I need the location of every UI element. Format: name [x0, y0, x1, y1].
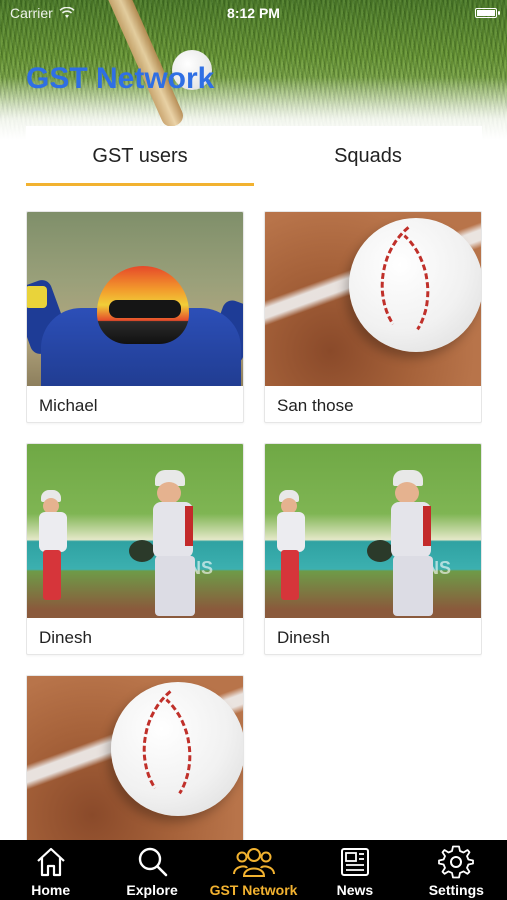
- status-time: 8:12 PM: [227, 5, 280, 21]
- tab-gst-users[interactable]: GST users: [26, 126, 254, 186]
- search-icon: [138, 847, 168, 877]
- newspaper-icon: [340, 848, 369, 876]
- status-bar: Carrier 8:12 PM: [0, 0, 507, 26]
- user-card[interactable]: OWNS Dinesh: [26, 443, 244, 655]
- user-name: Michael: [39, 396, 98, 415]
- nav-gst-network-label: GST Network: [209, 882, 298, 898]
- nav-news[interactable]: News: [304, 840, 405, 900]
- nav-settings[interactable]: Settings: [406, 840, 507, 900]
- nav-settings-label: Settings: [428, 882, 484, 898]
- nav-explore[interactable]: Explore: [101, 840, 202, 900]
- baseball-photo: [27, 676, 243, 841]
- nav-news-label: News: [336, 882, 374, 898]
- user-card[interactable]: San those: [264, 211, 482, 423]
- user-name: San those: [277, 396, 354, 415]
- segment-tabs: GST users Squads: [26, 126, 482, 186]
- baseball-photo: [265, 212, 481, 386]
- nav-gst-network[interactable]: GST Network: [203, 840, 304, 900]
- user-name: Dinesh: [277, 628, 330, 647]
- user-card[interactable]: OWNS Dinesh: [264, 443, 482, 655]
- user-name: Dinesh: [39, 628, 92, 647]
- players-photo: OWNS: [27, 444, 243, 618]
- users-grid: Michael San those OWNS Dinesh OWNS Dines…: [26, 211, 482, 841]
- group-icon: [232, 848, 275, 877]
- user-card[interactable]: [26, 675, 244, 841]
- players-photo: OWNS: [265, 444, 481, 618]
- tab-squads[interactable]: Squads: [254, 126, 482, 186]
- page-title: GST Network: [26, 62, 215, 95]
- bottom-tab-bar: Home Explore GST Network News Settings: [0, 840, 507, 900]
- battery-icon: [475, 8, 500, 18]
- tab-gst-users-label: GST users: [92, 144, 188, 167]
- tab-squads-label: Squads: [334, 144, 402, 167]
- nav-explore-label: Explore: [126, 882, 178, 898]
- gear-icon: [438, 845, 475, 879]
- nav-home-label: Home: [31, 882, 71, 898]
- user-card[interactable]: Michael: [26, 211, 244, 423]
- home-icon: [36, 847, 65, 877]
- header-banner: Carrier 8:12 PM GST Network: [0, 0, 507, 140]
- racer-photo: [27, 212, 243, 386]
- nav-home[interactable]: Home: [0, 840, 101, 900]
